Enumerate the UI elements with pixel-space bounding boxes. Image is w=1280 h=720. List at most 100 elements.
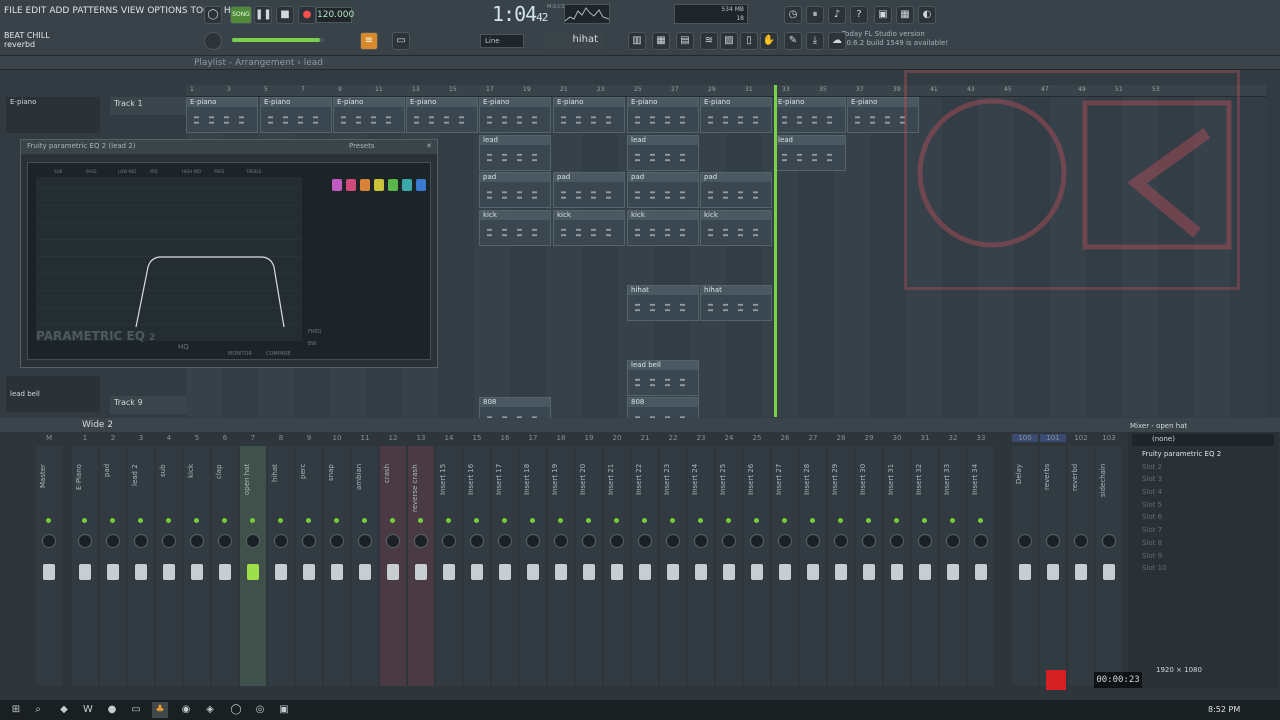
- mute-button[interactable]: [194, 518, 199, 523]
- app-icon[interactable]: ◆: [56, 702, 72, 718]
- pattern-clip[interactable]: pad: [627, 172, 699, 208]
- pattern-clip[interactable]: E-piano: [479, 97, 551, 133]
- pan-knob[interactable]: [778, 534, 792, 548]
- pan-knob[interactable]: [470, 534, 484, 548]
- pattern-clip[interactable]: pad: [553, 172, 625, 208]
- volume-fader[interactable]: [275, 564, 287, 580]
- mixer-track[interactable]: Insert 22: [632, 446, 658, 686]
- mixer-track[interactable]: kick: [184, 446, 210, 686]
- volume-fader[interactable]: [359, 564, 371, 580]
- volume-fader[interactable]: [303, 564, 315, 580]
- download-icon[interactable]: ⤓: [806, 32, 824, 50]
- record-stop-button[interactable]: [1046, 670, 1066, 690]
- mute-button[interactable]: [110, 518, 115, 523]
- piano-roll-icon[interactable]: ▤: [676, 32, 694, 50]
- pattern-clip[interactable]: pad: [479, 172, 551, 208]
- chrome-icon[interactable]: ◉: [178, 702, 194, 718]
- pan-knob[interactable]: [1102, 534, 1116, 548]
- pan-knob[interactable]: [638, 534, 652, 548]
- pan-knob[interactable]: [218, 534, 232, 548]
- pattern-clip[interactable]: E-piano: [553, 97, 625, 133]
- pattern-clip[interactable]: lead: [774, 134, 846, 171]
- mixer-track[interactable]: Insert 18: [520, 446, 546, 686]
- mixer-track[interactable]: Insert 31: [884, 446, 910, 686]
- volume-fader[interactable]: [415, 564, 427, 580]
- volume-fader[interactable]: [555, 564, 567, 580]
- menu-item-options[interactable]: OPTIONS: [147, 6, 187, 16]
- pan-knob[interactable]: [918, 534, 932, 548]
- mute-button[interactable]: [278, 518, 283, 523]
- mute-button[interactable]: [46, 518, 51, 523]
- volume-fader[interactable]: [387, 564, 399, 580]
- pat-song-toggle[interactable]: ◯: [204, 6, 222, 24]
- mixer-track[interactable]: snap: [324, 446, 350, 686]
- pattern-clip[interactable]: E-piano: [186, 97, 258, 133]
- mute-button[interactable]: [614, 518, 619, 523]
- mixer-track[interactable]: Insert 19: [548, 446, 574, 686]
- mixer-icon[interactable]: ▥: [628, 32, 646, 50]
- presets-button[interactable]: Presets: [349, 142, 374, 150]
- mixer-track[interactable]: Insert 16: [464, 446, 490, 686]
- mixer-track[interactable]: Master: [36, 446, 62, 686]
- eq-band-button[interactable]: [332, 179, 342, 191]
- mixer-track[interactable]: sidechain: [1096, 446, 1122, 686]
- volume-fader[interactable]: [43, 564, 55, 580]
- pan-knob[interactable]: [526, 534, 540, 548]
- pan-knob[interactable]: [862, 534, 876, 548]
- mixer-track[interactable]: perc: [296, 446, 322, 686]
- pattern-clip[interactable]: E-piano: [260, 97, 332, 133]
- start-icon[interactable]: ⊞: [8, 702, 24, 718]
- pattern-clip[interactable]: kick: [553, 209, 625, 246]
- pan-knob[interactable]: [554, 534, 568, 548]
- volume-fader[interactable]: [163, 564, 175, 580]
- pan-knob[interactable]: [414, 534, 428, 548]
- pan-knob[interactable]: [610, 534, 624, 548]
- mute-button[interactable]: [642, 518, 647, 523]
- hq-button[interactable]: HQ: [178, 343, 189, 351]
- effect-slot[interactable]: Slot 9: [1128, 552, 1278, 565]
- mixer-track[interactable]: Insert 17: [492, 446, 518, 686]
- mute-button[interactable]: [334, 518, 339, 523]
- pattern-clip[interactable]: kick: [479, 209, 551, 246]
- pan-knob[interactable]: [330, 534, 344, 548]
- mixer-track[interactable]: reverse crash: [408, 446, 434, 686]
- effect-slot[interactable]: Slot 10: [1128, 564, 1278, 577]
- effect-slot[interactable]: Slot 7: [1128, 526, 1278, 539]
- mixer-track[interactable]: lead 2: [128, 446, 154, 686]
- mixer-track[interactable]: Insert 26: [744, 446, 770, 686]
- mute-button[interactable]: [894, 518, 899, 523]
- eq-band-button[interactable]: [402, 179, 412, 191]
- volume-fader[interactable]: [919, 564, 931, 580]
- search-icon[interactable]: ⌕: [30, 702, 46, 718]
- volume-fader[interactable]: [107, 564, 119, 580]
- pattern-clip[interactable]: pad: [700, 172, 772, 208]
- mute-button[interactable]: [782, 518, 787, 523]
- volume-fader[interactable]: [807, 564, 819, 580]
- effect-slot[interactable]: Slot 5: [1128, 501, 1278, 514]
- pan-knob[interactable]: [806, 534, 820, 548]
- mixer-track[interactable]: Insert 32: [912, 446, 938, 686]
- stop-button[interactable]: ■: [276, 6, 294, 24]
- pan-knob[interactable]: [946, 534, 960, 548]
- mute-button[interactable]: [250, 518, 255, 523]
- mixer-track[interactable]: Insert 27: [772, 446, 798, 686]
- mixer-track[interactable]: Insert 23: [660, 446, 686, 686]
- input-selector[interactable]: (none): [1132, 434, 1274, 446]
- mixer-track[interactable]: Insert 33: [940, 446, 966, 686]
- volume-fader[interactable]: [583, 564, 595, 580]
- mute-button[interactable]: [838, 518, 843, 523]
- mixer-track[interactable]: ambian: [352, 446, 378, 686]
- pan-knob[interactable]: [498, 534, 512, 548]
- eq-band-button[interactable]: [416, 179, 426, 191]
- mute-button[interactable]: [922, 518, 927, 523]
- mixer-track[interactable]: Insert 20: [576, 446, 602, 686]
- effect-slot[interactable]: Slot 2: [1128, 463, 1278, 476]
- volume-fader[interactable]: [975, 564, 987, 580]
- mixer-track[interactable]: sub: [156, 446, 182, 686]
- pan-knob[interactable]: [386, 534, 400, 548]
- mute-button[interactable]: [474, 518, 479, 523]
- menu-item-patterns[interactable]: PATTERNS: [72, 6, 118, 16]
- eq-band-button[interactable]: [374, 179, 384, 191]
- pattern-clip[interactable]: lead bell: [627, 359, 699, 396]
- pan-knob[interactable]: [106, 534, 120, 548]
